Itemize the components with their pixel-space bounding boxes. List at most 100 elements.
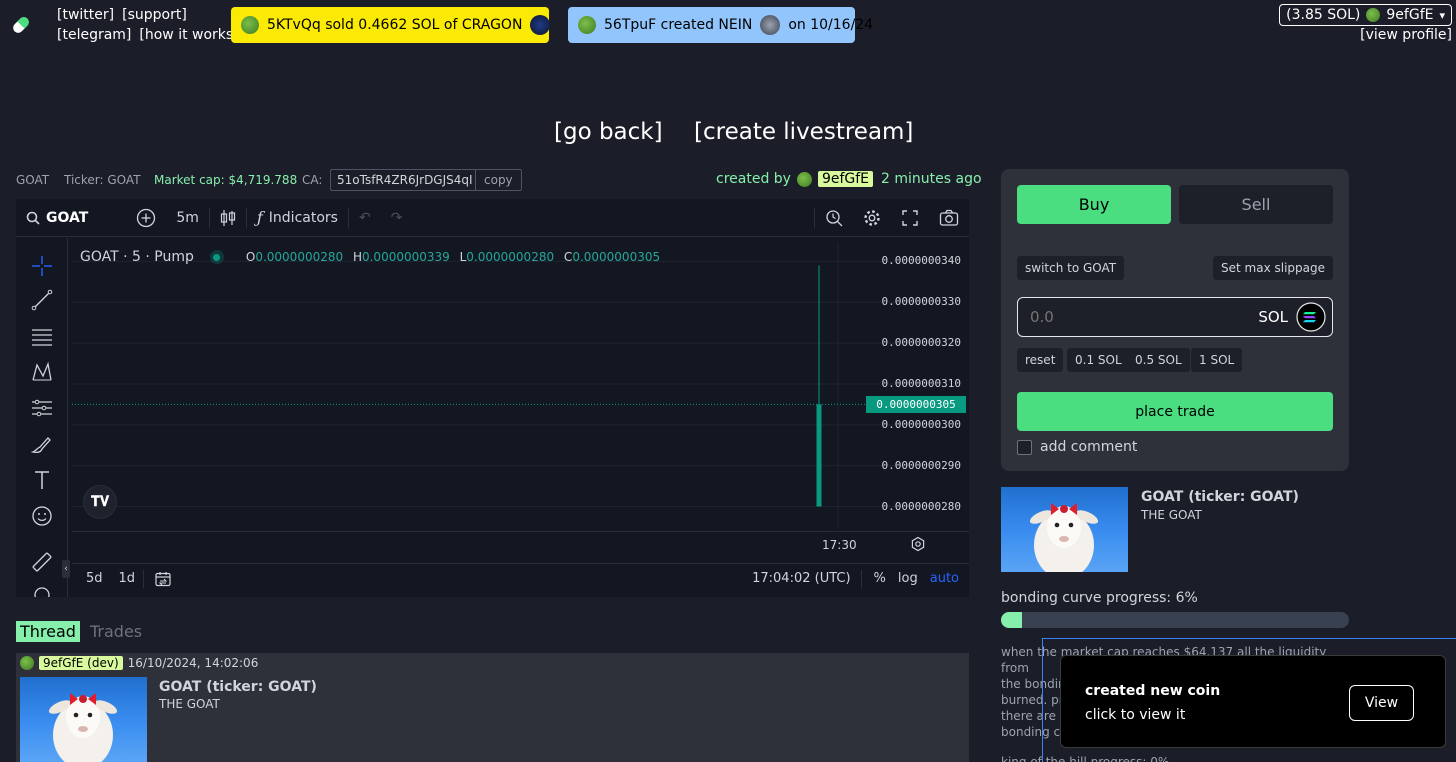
auto-scale-button[interactable]: auto [924, 571, 969, 586]
emoji-icon[interactable] [30, 504, 54, 528]
market-status-icon[interactable] [209, 250, 224, 264]
add-comment-option[interactable]: add comment [1017, 439, 1137, 455]
copy-ca-button[interactable]: copy [475, 170, 521, 190]
candle-body [816, 404, 822, 507]
range-1d-button[interactable]: 1d [111, 571, 144, 586]
redo-button[interactable]: ↷ [381, 199, 413, 237]
max-slippage-button[interactable]: Set max slippage [1213, 256, 1333, 280]
ticker-create[interactable]: 56TpuF created NEIN on 10/16/24 [568, 7, 873, 43]
market-cap: Market cap: $4,719.788 [154, 173, 298, 187]
fib-lines-icon[interactable] [30, 324, 54, 348]
zoom-clock-icon [826, 209, 843, 226]
goat-image-icon [48, 693, 118, 762]
nav-links-row2: [telegram] [how it works] [57, 27, 239, 43]
quick-0.1-sol-button[interactable]: 0.1 SOL [1067, 348, 1130, 372]
tradingview-logo-icon[interactable]: 𝐓𝐕 [83, 485, 117, 519]
goat-image-icon [1029, 503, 1099, 572]
reset-amount-button[interactable]: reset [1017, 348, 1064, 372]
post-coin-desc: THE GOAT [159, 697, 220, 711]
fullscreen-button[interactable] [891, 199, 929, 237]
settings-button[interactable] [853, 199, 891, 237]
price-tick-label: 0.0000000340 [881, 254, 961, 268]
ticker-sale[interactable]: 5KTvQq sold 0.4662 SOL of CRAGON [231, 7, 551, 43]
date-range-icon[interactable] [154, 570, 172, 588]
toast-view-button[interactable]: View [1349, 685, 1414, 721]
percent-scale-button[interactable]: % [862, 571, 892, 586]
ohlc-values: O0.0000000280 H0.0000000339 L0.000000028… [245, 250, 661, 264]
crosshair-icon[interactable] [30, 254, 54, 278]
bonding-curve-progress-bar [1001, 612, 1349, 628]
contract-address-value[interactable]: 51oTsfR4ZR6JrDGJS4qI [331, 173, 475, 187]
add-comment-checkbox[interactable] [1017, 439, 1032, 455]
pill-logo-icon[interactable] [8, 12, 34, 38]
range-5d-button[interactable]: 5d [72, 571, 111, 586]
wallet-user: 9efGfE [1386, 7, 1434, 23]
post-coin-image [20, 677, 147, 762]
quick-0.5-sol-button[interactable]: 0.5 SOL [1127, 348, 1190, 372]
new-coin-toast[interactable]: created new coin click to view it View [1060, 655, 1446, 748]
indicators-button[interactable]: ƒ Indicators [247, 199, 348, 237]
go-back-button[interactable]: [go back] [554, 119, 663, 145]
nav-links-row1: [twitter] [support] [57, 7, 187, 23]
trend-line-icon[interactable] [30, 288, 54, 312]
chart-type-button[interactable] [210, 199, 246, 237]
place-trade-button[interactable]: place trade [1017, 392, 1333, 431]
pepe-avatar-icon [241, 16, 259, 34]
amount-input[interactable] [1030, 308, 1259, 326]
log-scale-button[interactable]: log [892, 571, 924, 586]
brush-icon[interactable] [30, 432, 54, 456]
screenshot-button[interactable] [929, 199, 969, 237]
quick-search-button[interactable] [815, 199, 853, 237]
price-tick-label: 0.0000000280 [881, 499, 961, 513]
chart-clock[interactable]: 17:04:02 (UTC) [742, 571, 860, 586]
ohlc-high: 0.0000000339 [361, 250, 450, 264]
support-link[interactable]: [support] [122, 7, 187, 23]
solana-logo-icon [1296, 302, 1326, 332]
coin-image [1001, 487, 1128, 572]
chart-bottom-bar: 5d 1d 17:04:02 (UTC) % log auto [72, 563, 969, 593]
view-profile-link[interactable]: [view profile] [1360, 27, 1452, 43]
twitter-link[interactable]: [twitter] [57, 7, 114, 23]
forecast-icon[interactable] [30, 396, 54, 420]
telegram-link[interactable]: [telegram] [57, 27, 131, 43]
search-icon [26, 211, 40, 225]
chart-candles [816, 265, 822, 507]
redo-icon: ↷ [390, 209, 403, 226]
create-livestream-button[interactable]: [create livestream] [694, 119, 913, 145]
cragon-coin-icon [530, 15, 551, 35]
ticker-create-text: 56TpuF created NEIN [604, 17, 753, 33]
time-axis[interactable]: 17:30 [72, 531, 969, 555]
post-author[interactable]: 9efGfE (dev) [39, 656, 123, 670]
time-tick: 17:30 [822, 538, 857, 552]
pattern-icon[interactable] [30, 360, 54, 384]
creator-badge[interactable]: 9efGfE [817, 171, 874, 187]
zoom-tool-icon[interactable] [30, 584, 54, 597]
compare-button[interactable] [126, 199, 166, 237]
pepe-avatar-icon [578, 16, 596, 34]
chart-plot-area[interactable] [72, 243, 938, 529]
tab-trades[interactable]: Trades [90, 622, 142, 641]
ohlc-low: 0.0000000280 [466, 250, 555, 264]
text-tool-icon[interactable] [30, 468, 54, 492]
pepe-avatar-icon [796, 171, 812, 187]
ruler-icon[interactable] [30, 550, 54, 574]
tab-thread[interactable]: Thread [16, 621, 80, 642]
price-tick-label: 0.0000000290 [881, 458, 961, 472]
coin-ticker: Ticker: GOAT [64, 173, 141, 187]
created-by-label: created by [716, 171, 791, 187]
buy-tab[interactable]: Buy [1017, 185, 1171, 224]
coin-card-title: GOAT (ticker: GOAT) [1141, 489, 1299, 505]
sell-tab[interactable]: Sell [1179, 185, 1333, 224]
wallet-button[interactable]: (3.85 SOL) 9efGfE ▾ [1279, 4, 1452, 26]
interval-button[interactable]: 5m [166, 199, 209, 237]
quick-1-sol-button[interactable]: 1 SOL [1191, 348, 1243, 372]
how-it-works-link[interactable]: [how it works] [139, 27, 238, 43]
collapse-toolbar-button[interactable]: ‹ [62, 560, 70, 578]
amount-field[interactable]: SOL [1017, 297, 1333, 337]
switch-currency-button[interactable]: switch to GOAT [1017, 256, 1125, 280]
contract-address-box: 51oTsfR4ZR6JrDGJS4qI copy [330, 169, 522, 191]
symbol-search[interactable]: GOAT [16, 199, 98, 237]
settings-hex-icon[interactable] [910, 536, 926, 552]
indicators-label: Indicators [268, 209, 338, 226]
undo-button[interactable]: ↶ [349, 199, 381, 237]
